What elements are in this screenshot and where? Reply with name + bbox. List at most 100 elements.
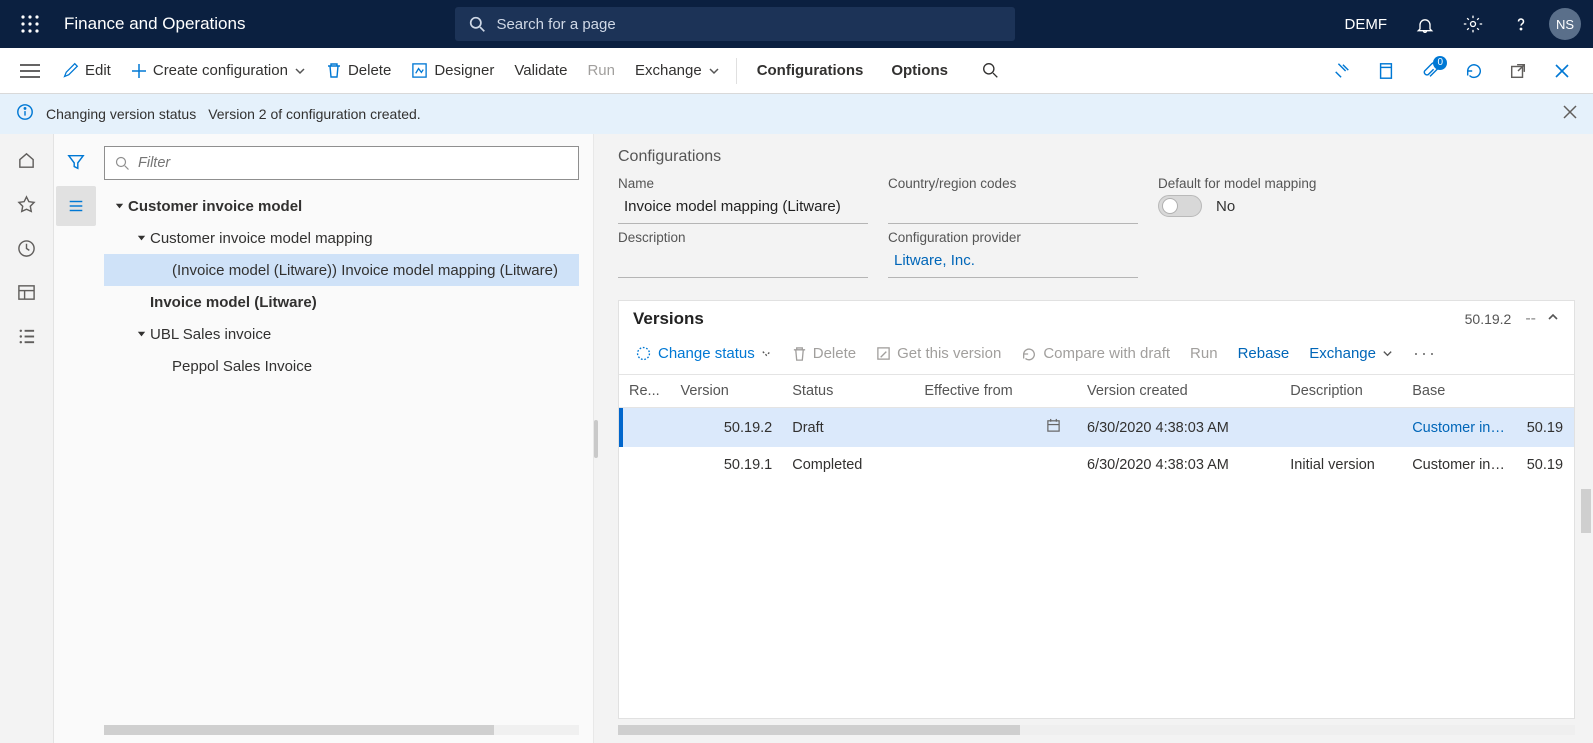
tree-node[interactable]: (Invoice model (Litware)) Invoice model … <box>104 254 579 286</box>
field-value[interactable] <box>888 194 1138 224</box>
get-version-label: Get this version <box>897 345 1001 362</box>
versions-header: Versions 50.19.2 -- <box>619 301 1574 337</box>
workspaces-icon[interactable] <box>4 270 50 314</box>
create-configuration-button[interactable]: Create configuration <box>121 48 316 93</box>
field-description: Description <box>618 230 868 278</box>
compare-label: Compare with draft <box>1043 345 1170 362</box>
tree-node[interactable]: Customer invoice model mapping <box>104 222 579 254</box>
collapse-icon[interactable] <box>1546 310 1560 329</box>
change-status-label: Change status <box>658 345 755 362</box>
tab-configurations[interactable]: Configurations <box>743 62 878 79</box>
workspace: Customer invoice model Customer invoice m… <box>0 134 1593 743</box>
table-cell[interactable]: Customer in… <box>1402 408 1517 448</box>
col-re[interactable]: Re... <box>619 375 670 408</box>
tree-node[interactable]: Peppol Sales Invoice <box>104 350 579 382</box>
version-exchange-button[interactable]: Exchange <box>1301 341 1401 366</box>
edit-button[interactable]: Edit <box>52 48 121 93</box>
calendar-icon[interactable] <box>1046 418 1061 437</box>
popout-icon[interactable] <box>1501 54 1535 88</box>
tree-horizontal-scrollbar[interactable] <box>104 725 579 735</box>
refresh-icon[interactable] <box>1457 54 1491 88</box>
tree-label: Customer invoice model mapping <box>150 230 373 247</box>
modules-icon[interactable] <box>4 314 50 358</box>
info-close-icon[interactable] <box>1563 105 1577 122</box>
app-launcher-icon[interactable] <box>12 6 48 42</box>
close-icon[interactable] <box>1545 54 1579 88</box>
table-cell: 50.19 <box>1517 447 1574 483</box>
attachments-badge: 0 <box>1433 56 1447 70</box>
attachments-icon[interactable]: 0 <box>1413 54 1447 88</box>
table-cell: Initial version <box>1280 447 1402 483</box>
list-view-icon[interactable] <box>56 186 96 226</box>
tree-caret-icon[interactable] <box>132 233 150 244</box>
config-tree: Customer invoice model Customer invoice m… <box>104 190 579 382</box>
recent-icon[interactable] <box>4 226 50 270</box>
tree-caret-icon[interactable] <box>132 329 150 340</box>
col-version[interactable]: Version <box>670 375 782 408</box>
designer-label: Designer <box>434 62 494 79</box>
delete-button[interactable]: Delete <box>316 48 401 93</box>
version-exchange-label: Exchange <box>1309 345 1376 362</box>
tree-node[interactable]: Customer invoice model <box>104 190 579 222</box>
tree-node[interactable]: Invoice model (Litware) <box>104 286 579 318</box>
toggle-value: No <box>1216 198 1235 215</box>
plus-icon <box>131 63 147 79</box>
notifications-icon[interactable] <box>1405 4 1445 44</box>
tab-options[interactable]: Options <box>877 62 962 79</box>
detail-vertical-scrollbar[interactable] <box>1581 489 1591 533</box>
nav-toggle-icon[interactable] <box>8 48 52 93</box>
top-right-controls: DEMF NS <box>1335 4 1582 44</box>
col-description[interactable]: Description <box>1280 375 1402 408</box>
col-effective[interactable]: Effective from <box>914 375 1077 408</box>
table-cell <box>619 447 670 483</box>
pin-icon[interactable] <box>1325 54 1359 88</box>
field-provider: Configuration provider Litware, Inc. <box>888 230 1138 278</box>
rebase-button[interactable]: Rebase <box>1230 341 1298 366</box>
table-cell: 6/30/2020 4:38:03 AM <box>1077 408 1280 448</box>
tree-caret-icon[interactable] <box>110 201 128 212</box>
field-value[interactable]: Invoice model mapping (Litware) <box>618 194 868 224</box>
validate-button[interactable]: Validate <box>504 48 577 93</box>
tree-label: Invoice model (Litware) <box>150 294 317 311</box>
versions-table: Re... Version Status Effective from Vers… <box>619 374 1574 483</box>
field-label: Description <box>618 230 868 245</box>
search-input[interactable] <box>496 16 1001 33</box>
tree-body: Customer invoice model Customer invoice m… <box>98 134 593 743</box>
designer-icon <box>411 62 428 79</box>
favorites-icon[interactable] <box>4 182 50 226</box>
table-row[interactable]: 50.19.1Completed6/30/2020 4:38:03 AMInit… <box>619 447 1574 483</box>
tree-node[interactable]: UBL Sales invoice <box>104 318 579 350</box>
versions-card: Versions 50.19.2 -- Change status Delete <box>618 300 1575 719</box>
legal-entity[interactable]: DEMF <box>1335 16 1398 33</box>
settings-icon[interactable] <box>1453 4 1493 44</box>
col-created[interactable]: Version created <box>1077 375 1280 408</box>
col-status[interactable]: Status <box>782 375 914 408</box>
help-icon[interactable] <box>1501 4 1541 44</box>
toggle-default-mapping[interactable] <box>1158 195 1202 217</box>
field-country: Country/region codes <box>888 176 1138 224</box>
table-cell <box>619 408 670 448</box>
global-search[interactable] <box>455 7 1015 41</box>
find-button[interactable] <box>962 48 1009 93</box>
detail-horizontal-scrollbar[interactable] <box>618 725 1575 735</box>
field-value-link[interactable]: Litware, Inc. <box>888 248 1138 278</box>
designer-button[interactable]: Designer <box>401 48 504 93</box>
more-actions-icon[interactable]: ··· <box>1405 343 1445 364</box>
table-cell: 6/30/2020 4:38:03 AM <box>1077 447 1280 483</box>
table-row[interactable]: 50.19.2Draft6/30/2020 4:38:03 AMCustomer… <box>619 408 1574 448</box>
tree-toolbar <box>54 134 98 743</box>
change-status-button[interactable]: Change status <box>627 341 780 366</box>
home-icon[interactable] <box>4 138 50 182</box>
chevron-down-icon <box>1382 348 1393 359</box>
app-title: Finance and Operations <box>64 14 245 34</box>
office-addin-icon[interactable] <box>1369 54 1403 88</box>
tree-filter[interactable] <box>104 146 579 180</box>
exchange-button[interactable]: Exchange <box>625 48 730 93</box>
filter-icon[interactable] <box>56 142 96 182</box>
col-base[interactable]: Base <box>1402 375 1517 408</box>
field-value[interactable] <box>618 248 868 278</box>
run-label: Run <box>587 62 615 79</box>
tree-filter-input[interactable] <box>138 155 568 171</box>
user-avatar[interactable]: NS <box>1549 8 1581 40</box>
info-icon <box>16 103 34 124</box>
